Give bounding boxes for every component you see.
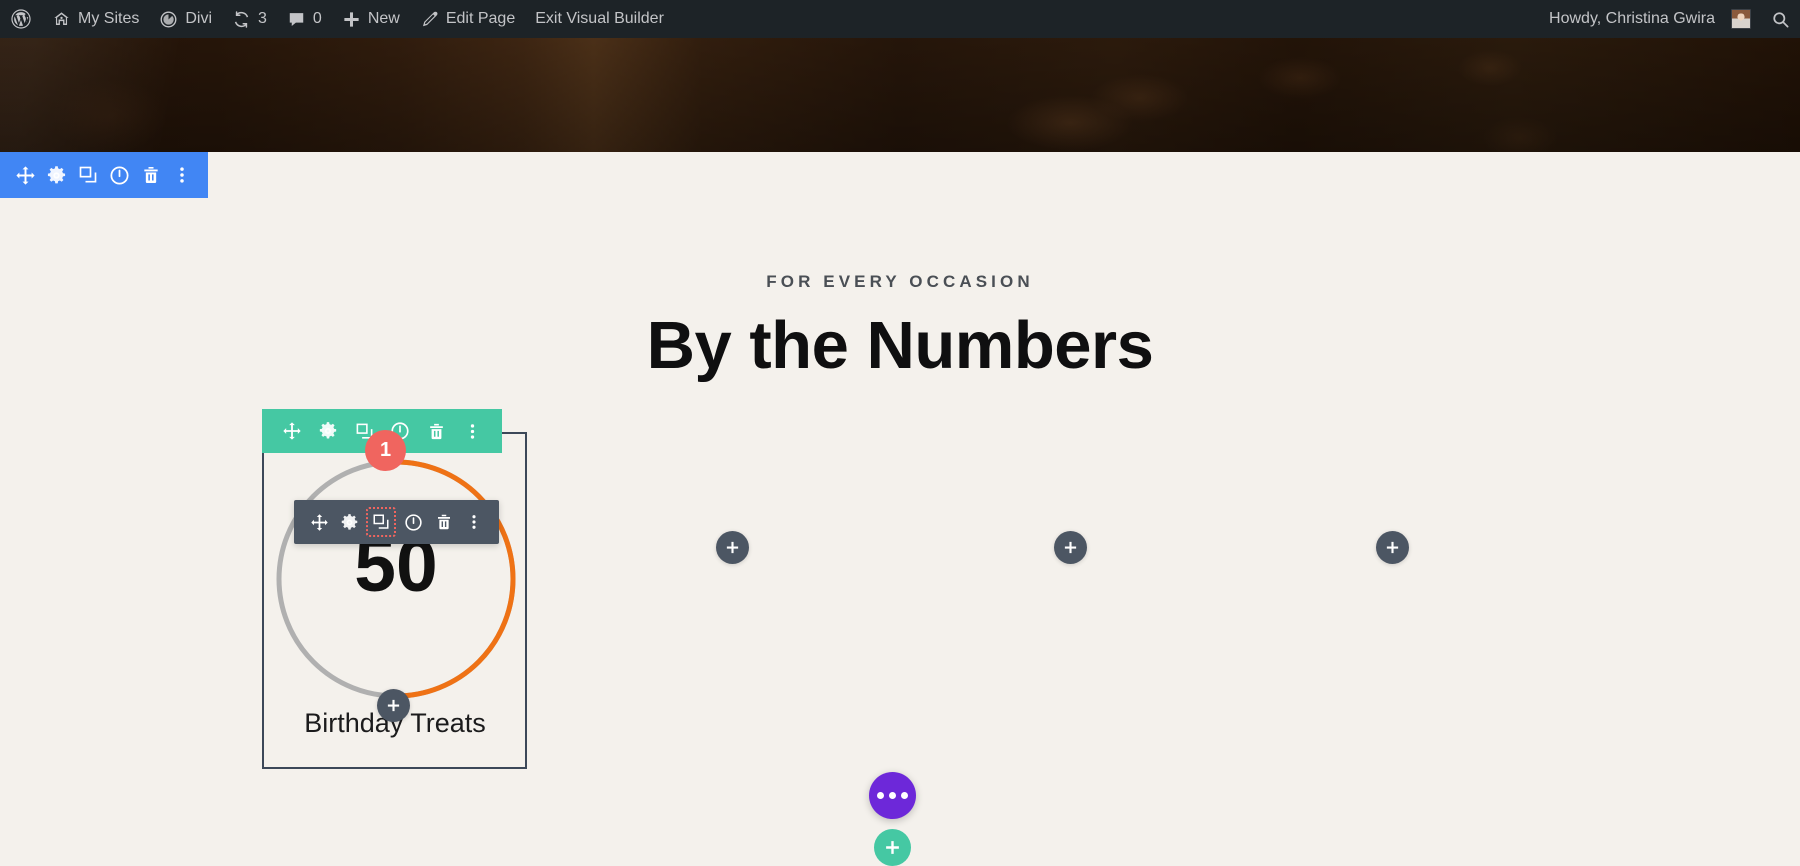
avatar [1731, 9, 1751, 29]
ellipsis-vertical-icon[interactable] [459, 418, 485, 444]
admin-bar-item-divi[interactable]: Divi [149, 0, 222, 38]
admin-bar-item-new[interactable]: New [332, 0, 410, 38]
updates-icon [232, 10, 251, 29]
wordpress-icon [10, 8, 32, 30]
hero-background-image [0, 38, 1800, 152]
add-module-button-column-3[interactable] [1054, 531, 1087, 564]
admin-bar-item-my-sites[interactable]: My Sites [42, 0, 149, 38]
ellipsis-horizontal-icon [901, 792, 908, 799]
gear-icon[interactable] [44, 162, 70, 188]
builder-more-options-button[interactable] [869, 772, 916, 819]
add-module-button-column-2[interactable] [716, 531, 749, 564]
gear-icon[interactable] [336, 509, 362, 535]
ellipsis-horizontal-icon [877, 792, 884, 799]
admin-bar-item-search[interactable] [1761, 0, 1800, 38]
admin-bar-right-group: Howdy, Christina Gwira [1539, 0, 1800, 38]
add-module-button-column-4[interactable] [1376, 531, 1409, 564]
plus-icon [1386, 541, 1399, 554]
divi-icon [159, 10, 178, 29]
admin-bar-label-comments: 0 [312, 10, 322, 27]
move-handle-icon[interactable] [306, 509, 332, 535]
power-icon[interactable] [107, 162, 133, 188]
admin-bar-label-updates: 3 [258, 10, 267, 27]
trash-icon[interactable] [423, 418, 449, 444]
admin-bar-label-exit-visual-builder: Exit Visual Builder [535, 10, 664, 27]
wp-admin-bar: My Sites Divi 3 0 New Edit Page Exit Vis… [0, 0, 1800, 38]
plus-icon [342, 10, 361, 29]
trash-icon[interactable] [138, 162, 164, 188]
page-title: By the Numbers [646, 308, 1154, 383]
move-handle-icon[interactable] [13, 162, 39, 188]
move-handle-icon[interactable] [279, 418, 305, 444]
admin-bar-greeting: Howdy, Christina Gwira [1549, 10, 1715, 27]
admin-bar-item-comments[interactable]: 0 [277, 0, 332, 38]
circle-counter-module[interactable]: 50 [261, 444, 531, 714]
admin-bar-label-my-sites: My Sites [78, 10, 140, 27]
admin-bar-item-wp-logo[interactable] [0, 0, 42, 38]
admin-bar-item-exit-visual-builder[interactable]: Exit Visual Builder [525, 0, 674, 38]
trash-icon[interactable] [431, 509, 457, 535]
gear-icon[interactable] [315, 418, 341, 444]
ellipsis-vertical-icon[interactable] [461, 509, 487, 535]
status-badge: 1 [365, 430, 406, 471]
plus-icon [886, 841, 899, 854]
power-icon[interactable] [401, 509, 427, 535]
search-icon [1771, 10, 1790, 29]
admin-bar-item-account[interactable]: Howdy, Christina Gwira [1539, 0, 1761, 38]
comment-icon [287, 10, 306, 29]
sites-icon [52, 10, 71, 29]
module-toolbar [294, 500, 499, 544]
plus-icon [726, 541, 739, 554]
admin-bar-item-updates[interactable]: 3 [222, 0, 277, 38]
duplicate-icon[interactable] [366, 507, 397, 537]
ellipsis-vertical-icon[interactable] [169, 162, 195, 188]
ellipsis-horizontal-icon [889, 792, 896, 799]
plus-icon [387, 699, 400, 712]
add-module-button-column-1[interactable] [377, 689, 410, 722]
admin-bar-item-edit-page[interactable]: Edit Page [410, 0, 525, 38]
admin-bar-label-divi: Divi [185, 10, 213, 27]
duplicate-icon[interactable] [75, 162, 101, 188]
plus-icon [1064, 541, 1077, 554]
admin-bar-label-new: New [367, 10, 400, 27]
section-toolbar [0, 152, 208, 198]
builder-add-button[interactable] [874, 829, 911, 866]
page-canvas: FOR EVERY OCCASION By the Numbers 50 Bir… [0, 152, 1800, 852]
pencil-icon [420, 10, 439, 29]
admin-bar-label-edit-page: Edit Page [445, 10, 516, 27]
section-subtitle: FOR EVERY OCCASION [766, 272, 1034, 291]
